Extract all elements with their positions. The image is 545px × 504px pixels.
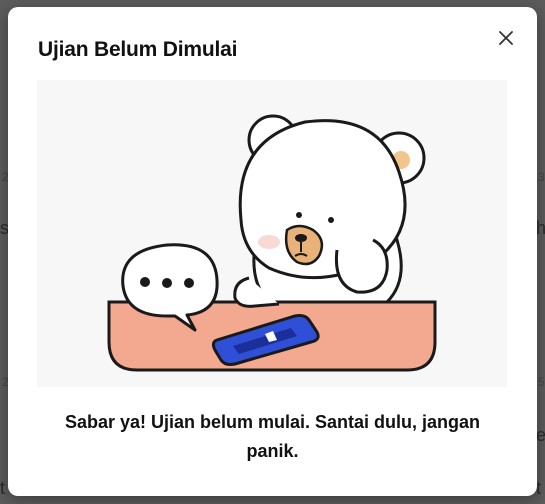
dialog-message: Sabar ya! Ujian belum mulai. Santai dulu… [64, 412, 481, 461]
dialog-title: Ujian Belum Dimulai [38, 38, 238, 61]
close-icon [499, 31, 513, 45]
background-fragment: 5 [538, 375, 545, 389]
bear-waiting-illustration [37, 80, 507, 387]
background-fragment: t [0, 478, 6, 498]
bear-character [233, 114, 426, 308]
background-fragment: h [536, 218, 545, 238]
close-button[interactable] [493, 25, 519, 51]
background-fragment: e [536, 425, 545, 445]
exam-not-started-dialog: Ujian Belum Dimulai Sabar ya! Ujian belu… [8, 7, 537, 496]
background-fragment: 3 [538, 170, 545, 184]
